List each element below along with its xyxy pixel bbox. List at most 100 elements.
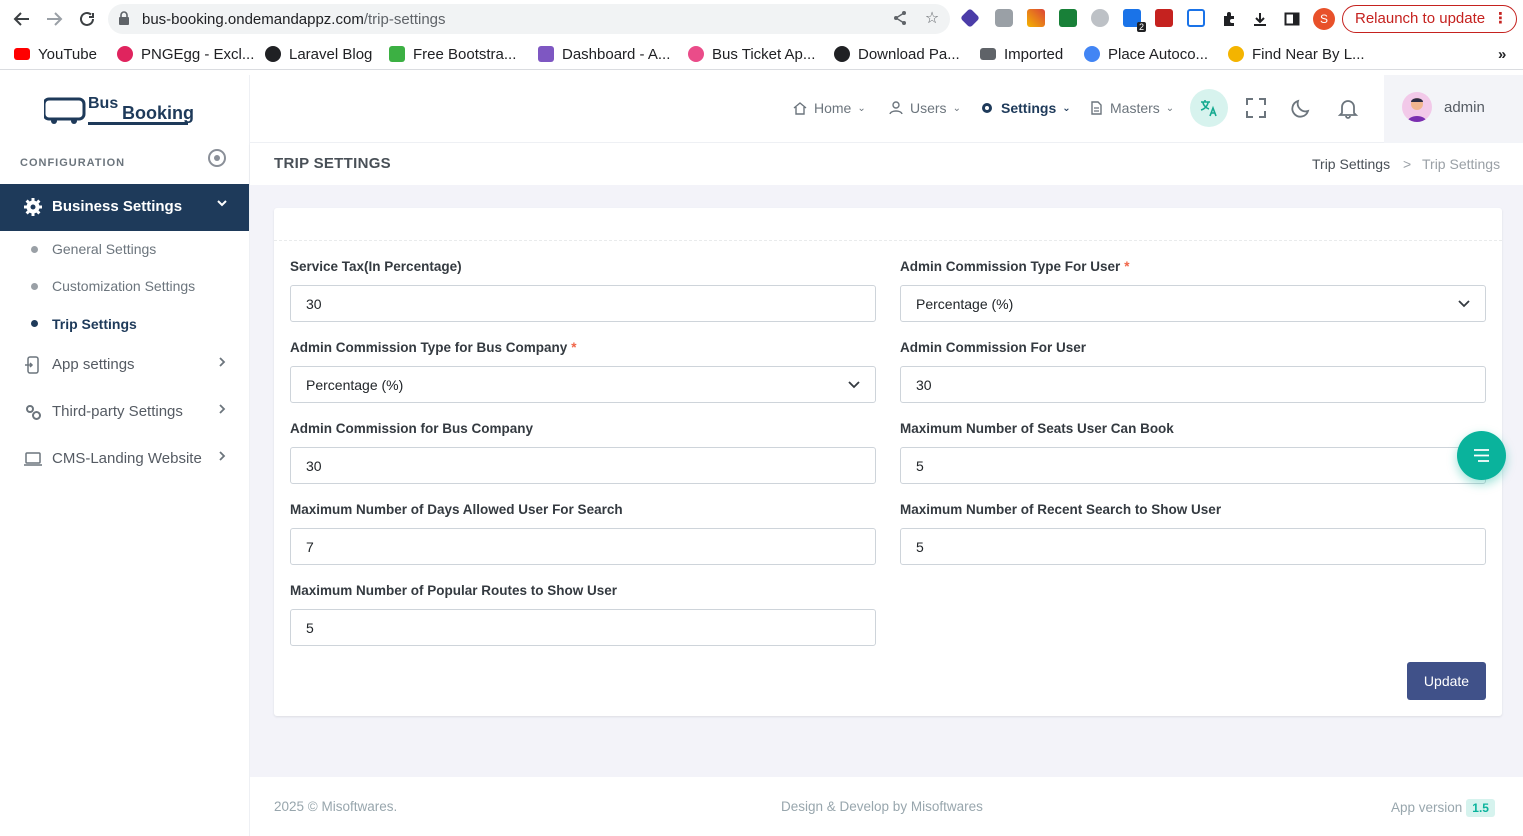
nav-home[interactable]: Home ⌄: [793, 100, 866, 116]
moon-icon[interactable]: [1290, 97, 1312, 119]
version-badge: 1.5: [1466, 799, 1495, 817]
media-extension-icon[interactable]: [1155, 9, 1173, 27]
bookmark-imported[interactable]: Imported: [980, 44, 1063, 64]
relaunch-button[interactable]: Relaunch to update ⋮: [1342, 5, 1517, 33]
user-menu[interactable]: admin: [1384, 75, 1523, 143]
bookmarks-more-icon[interactable]: »: [1498, 44, 1506, 64]
globe-icon: [265, 46, 281, 62]
bullet-icon: [31, 246, 38, 253]
page-title: TRIP SETTINGS: [274, 155, 391, 172]
sidebar-item-label: Third-party Settings: [52, 403, 183, 420]
sidebar-item-third-party-settings[interactable]: Third-party Settings: [0, 397, 249, 427]
admin-commission-type-user-label: Admin Commission Type For User *: [900, 259, 1130, 274]
bookmark-download[interactable]: Download Pa...: [834, 44, 960, 64]
bookmark-pngegg[interactable]: PNGEgg - Excl...: [117, 44, 254, 64]
extension-diamond-icon[interactable]: [960, 8, 980, 28]
extension-badge-icon[interactable]: 2: [1123, 9, 1146, 32]
admin-commission-type-user-select[interactable]: Percentage (%): [900, 285, 1486, 322]
chevron-right-icon: [217, 449, 227, 465]
max-seats-input[interactable]: [900, 447, 1486, 484]
sidebar-item-app-settings[interactable]: App settings: [0, 350, 249, 380]
download-extension-icon[interactable]: [1059, 9, 1077, 27]
admin-commission-company-input[interactable]: [290, 447, 876, 484]
youtube-icon: [14, 48, 30, 60]
service-tax-input[interactable]: [290, 285, 876, 322]
lock-icon: [119, 11, 129, 25]
logo-text-booking: Booking: [122, 103, 194, 123]
puzzle-icon[interactable]: [1217, 7, 1241, 31]
sidebar-item-cms-landing-website[interactable]: CMS-Landing Website: [0, 444, 249, 474]
max-recent-input[interactable]: [900, 528, 1486, 565]
max-popular-input[interactable]: [290, 609, 876, 646]
translate-icon[interactable]: [1190, 89, 1228, 127]
globe-icon: [834, 46, 850, 62]
address-bar[interactable]: bus-booking.ondemandappz.com/trip-settin…: [108, 4, 950, 34]
camera-extension-icon[interactable]: [995, 9, 1013, 27]
max-popular-label: Maximum Number of Popular Routes to Show…: [290, 583, 618, 598]
app-settings-icon: [25, 356, 39, 374]
fullscreen-icon[interactable]: [1245, 97, 1267, 119]
footer-credit: Design & Develop by Misoftwares: [781, 799, 983, 814]
max-days-input[interactable]: [290, 528, 876, 565]
bullet-icon: [31, 320, 38, 327]
share-icon[interactable]: [891, 10, 909, 28]
gear-icon: [24, 198, 42, 216]
color-picker-extension-icon[interactable]: [1027, 9, 1045, 27]
chevron-down-icon: ⌄: [857, 102, 866, 114]
chevron-down-icon: [1458, 300, 1470, 308]
globe-extension-icon[interactable]: [1091, 9, 1109, 27]
admin-commission-type-company-select[interactable]: Percentage (%): [290, 366, 876, 403]
screen-extension-icon[interactable]: [1187, 9, 1205, 27]
customizer-fab[interactable]: [1457, 431, 1506, 480]
sidebar-item-business-settings[interactable]: Business Settings: [0, 184, 249, 231]
forward-icon[interactable]: [42, 7, 66, 31]
admin-commission-company-label: Admin Commission for Bus Company: [290, 421, 534, 436]
profile-avatar[interactable]: S: [1313, 8, 1335, 30]
chevron-down-icon: ⌄: [1165, 102, 1175, 114]
browser-toolbar: bus-booking.ondemandappz.com/trip-settin…: [0, 0, 1523, 38]
bookmark-bus-ticket[interactable]: Bus Ticket Ap...: [688, 44, 815, 64]
nav-users[interactable]: Users ⌄: [889, 100, 961, 116]
chevron-down-icon: ⌄: [952, 102, 961, 114]
admin-commission-user-input[interactable]: [900, 366, 1486, 403]
sidebar-subitem-general-settings[interactable]: General Settings: [52, 241, 156, 257]
extension-badge-count: 2: [1136, 22, 1146, 32]
bookmark-dashboard[interactable]: Dashboard - A...: [538, 44, 670, 64]
bookmark-place-autocomplete[interactable]: Place Autoco...: [1084, 44, 1208, 64]
max-seats-label: Maximum Number of Seats User Can Book: [900, 421, 1174, 436]
sidebar-toggle-icon[interactable]: [208, 149, 226, 167]
user-name: admin: [1444, 99, 1485, 116]
download-icon[interactable]: [1248, 7, 1272, 31]
laptop-icon: [24, 452, 42, 466]
bookmark-youtube[interactable]: YouTube: [14, 44, 97, 64]
breadcrumb-link[interactable]: Trip Settings: [1312, 156, 1390, 172]
nav-settings[interactable]: Settings ⌄: [980, 100, 1071, 116]
update-button[interactable]: Update: [1407, 662, 1486, 700]
bookmark-star-icon[interactable]: ☆: [923, 10, 941, 28]
url-text: bus-booking.ondemandappz.com/trip-settin…: [142, 11, 446, 28]
menu-dots-icon: ⋮: [1493, 10, 1508, 27]
bookmark-bootstrap[interactable]: Free Bootstra...: [389, 44, 516, 64]
breadcrumb-current: Trip Settings: [1422, 156, 1501, 172]
page-title-bar: TRIP SETTINGS Trip Settings > Trip Setti…: [250, 143, 1523, 185]
nav-masters[interactable]: Masters ⌄: [1089, 100, 1174, 116]
sidebar-subitem-trip-settings[interactable]: Trip Settings: [52, 316, 137, 332]
max-days-label: Maximum Number of Days Allowed User For …: [290, 502, 623, 517]
chevron-down-icon: [216, 196, 228, 212]
chevron-right-icon: [217, 355, 227, 371]
bookmark-find-near[interactable]: Find Near By L...: [1228, 44, 1365, 64]
google-icon: [1084, 46, 1100, 62]
logo[interactable]: Bus Booking: [42, 95, 194, 127]
bell-icon[interactable]: [1337, 97, 1359, 119]
reload-icon[interactable]: [75, 7, 99, 31]
sidebar-item-label: App settings: [52, 356, 135, 373]
bookmark-laravel[interactable]: Laravel Blog: [265, 44, 372, 64]
gear-icon: [982, 103, 992, 113]
trip-settings-card: Service Tax(In Percentage) Admin Commiss…: [274, 208, 1502, 716]
folder-icon: [980, 48, 996, 60]
sidepanel-icon[interactable]: [1280, 7, 1304, 31]
bullet-icon: [31, 283, 38, 290]
sidebar-subitem-customization-settings[interactable]: Customization Settings: [52, 278, 195, 294]
dashboard-icon: [538, 46, 554, 62]
back-icon[interactable]: [10, 7, 34, 31]
